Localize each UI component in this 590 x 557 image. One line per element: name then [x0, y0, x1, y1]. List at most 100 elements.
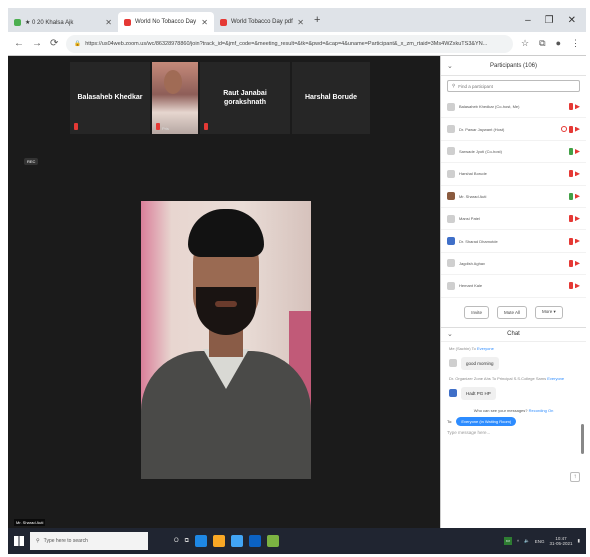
participant-status — [569, 192, 580, 200]
maximize-icon[interactable]: ❐ — [545, 15, 554, 26]
show-hidden-icon[interactable]: ^ — [517, 539, 519, 544]
chrome-icon[interactable] — [266, 535, 279, 547]
participant-row[interactable]: Sarwade Jyoti (Co-host) — [441, 141, 586, 164]
notice-text: Who can see your messages? — [473, 407, 528, 413]
extensions-icon[interactable]: ⧉ — [539, 38, 545, 49]
muted-mic-icon — [74, 123, 78, 130]
video-off-icon — [575, 238, 580, 244]
clock[interactable]: 10:47 31-05-2021 — [549, 536, 572, 547]
taskbar-search-placeholder: Type here to search — [43, 538, 88, 544]
participant-list: Balasaheb Khedkar (Co-host, Me) Dr. Pawa… — [441, 96, 586, 298]
chat-input[interactable]: Type message here... — [441, 428, 586, 437]
cortana-icon[interactable]: O — [174, 538, 179, 544]
participant-row[interactable]: Hemant Kale — [441, 275, 586, 298]
participant-row[interactable]: Dr. Sharad Dhamotde — [441, 230, 586, 253]
file-upload-icon[interactable]: ↑ — [570, 472, 580, 482]
invite-button[interactable]: Invite — [464, 305, 489, 319]
avatar-icon — [447, 214, 455, 223]
profile-icon[interactable]: ● — [556, 38, 561, 49]
address-bar[interactable]: 🔒 https://us04web.zoom.us/wc/86328978860… — [66, 34, 514, 53]
participants-header: ⌄ Participants (106) — [441, 56, 586, 76]
message-text: good morning — [461, 356, 499, 370]
edge-icon[interactable] — [194, 535, 207, 547]
task-view-icon[interactable]: ⧉ — [185, 538, 189, 545]
participant-status — [569, 259, 580, 267]
participant-name: Mr. Sharad Auti — [459, 193, 487, 199]
avatar-photo-icon — [447, 237, 455, 246]
participant-name: Mansi Patel — [459, 216, 480, 222]
recording-on-link[interactable]: Recording On — [529, 408, 554, 413]
participant-row[interactable]: Dr. Pawar Jaywant (Host) — [441, 118, 586, 141]
network-icon[interactable]: ▭ — [503, 537, 512, 545]
screen: ★ 0 20 Khalsa Ajk ✕ World No Tobacco Day… — [8, 8, 586, 554]
chat-scrollbar[interactable] — [581, 424, 584, 454]
participant-row[interactable]: Mr. Sharad Auti — [441, 186, 586, 208]
participant-tile-photo[interactable]: Pris — [152, 62, 198, 134]
star-icon[interactable]: ☆ — [521, 38, 529, 49]
muted-mic-icon — [569, 237, 573, 245]
participant-status — [569, 282, 580, 290]
participant-status — [569, 147, 580, 155]
notifications-icon[interactable]: ▮ — [578, 538, 580, 544]
muted-mic-icon — [569, 215, 573, 223]
collapse-icon[interactable]: ⌄ — [447, 62, 453, 70]
browser-actions: ☆ ⧉ ● ⋮ — [521, 38, 580, 49]
participant-row[interactable]: Mansi Patel — [441, 208, 586, 231]
recipient-dropdown[interactable]: Everyone (in Waiting Room) — [456, 416, 517, 426]
windows-start-icon[interactable] — [14, 536, 24, 546]
search-icon: ⚲ — [452, 83, 456, 88]
tab-favicon-icon — [220, 18, 227, 26]
side-panel: ⌄ Participants (106) ⚲ Find a participan… — [440, 56, 586, 528]
tile-name: Raut Janabai gorakshnath — [223, 89, 267, 106]
message-text: Hadt PG HP — [461, 386, 496, 400]
avatar-photo-icon — [447, 192, 455, 201]
collapse-icon[interactable]: ⌄ — [447, 330, 453, 338]
file-explorer-icon[interactable] — [212, 535, 225, 547]
participant-name: Hemant Kale — [459, 283, 483, 289]
active-speaker-video[interactable] — [141, 201, 311, 479]
lock-icon: 🔒 — [74, 40, 82, 47]
back-icon[interactable]: ← — [14, 38, 24, 49]
avatar-icon — [447, 169, 455, 178]
volume-icon[interactable]: 🔈 — [524, 538, 530, 544]
video-off-icon — [575, 283, 580, 289]
menu-icon[interactable]: ⋮ — [571, 38, 580, 49]
avatar-icon — [447, 281, 455, 290]
reload-icon[interactable]: ⟳ — [50, 38, 58, 49]
mail-icon[interactable] — [248, 535, 261, 547]
close-window-icon[interactable]: ✕ — [568, 15, 576, 26]
close-tab-icon[interactable]: ✕ — [297, 18, 304, 27]
browser-tab-active[interactable]: World No Tobacco Day ✕ — [118, 12, 214, 32]
video-off-icon — [575, 216, 580, 222]
video-off-icon — [575, 171, 580, 177]
mute-all-button[interactable]: Mute All — [496, 305, 527, 319]
participant-tile[interactable]: Harshal Borude — [292, 62, 370, 134]
forward-icon[interactable]: → — [32, 38, 42, 49]
system-tray: ▭ ^ 🔈 ENG 10:47 31-05-2021 ▮ — [503, 536, 580, 547]
avatar-photo-icon — [449, 389, 457, 398]
new-tab-icon[interactable]: + — [314, 14, 320, 26]
browser-tabbar: ★ 0 20 Khalsa Ajk ✕ World No Tobacco Day… — [8, 8, 586, 32]
taskbar-search-input[interactable]: ⚲ Type here to search — [30, 532, 148, 550]
tray-lang[interactable]: ENG — [535, 539, 545, 544]
participant-name: Harshal Borude — [459, 171, 487, 177]
participant-row[interactable]: Harshal Borude — [441, 163, 586, 186]
participant-tile[interactable]: Raut Janabai gorakshnath — [200, 62, 290, 134]
chat-recipient: To: Everyone (in Waiting Room) — [441, 415, 586, 428]
minimize-icon[interactable]: – — [525, 15, 531, 26]
participant-row[interactable]: Jagdish Aghav — [441, 253, 586, 276]
video-off-icon — [575, 193, 580, 199]
video-off-icon — [575, 148, 580, 154]
avatar-icon — [447, 259, 455, 268]
store-icon[interactable] — [230, 535, 243, 547]
close-tab-icon[interactable]: ✕ — [105, 18, 112, 27]
participant-tile[interactable]: Balasaheb Khedkar — [70, 62, 150, 134]
participant-status — [569, 170, 580, 178]
more-button[interactable]: More ▾ — [535, 305, 563, 319]
participant-row[interactable]: Balasaheb Khedkar (Co-host, Me) — [441, 96, 586, 119]
browser-tab[interactable]: World Tobacco Day pdf ✕ — [214, 12, 310, 32]
participant-name: Sarwade Jyoti (Co-host) — [459, 148, 502, 154]
browser-tab[interactable]: ★ 0 20 Khalsa Ajk ✕ — [8, 12, 118, 32]
participant-search-input[interactable]: ⚲ Find a participant — [447, 80, 580, 92]
close-tab-icon[interactable]: ✕ — [201, 18, 208, 27]
